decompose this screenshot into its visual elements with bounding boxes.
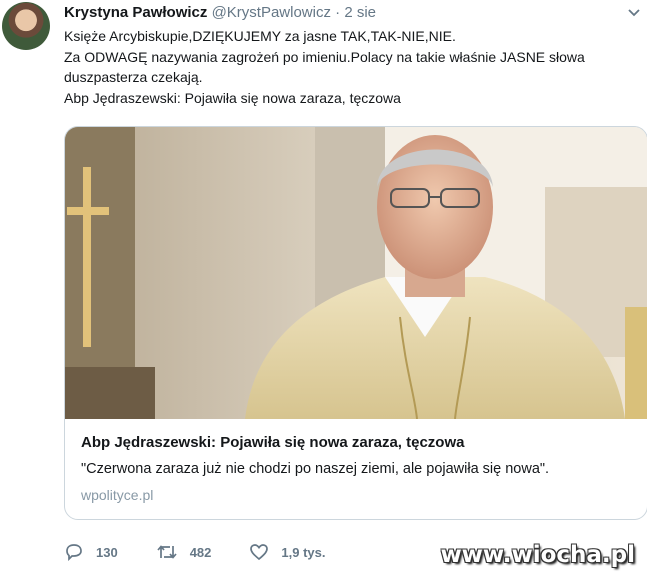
card-body: Abp Jędraszewski: Pojawiła się nowa zara…: [81, 433, 635, 503]
reply-count: 130: [96, 544, 118, 560]
tweet-text: Księże Arcybiskupie,DZIĘKUJEMY za jasne …: [64, 26, 642, 108]
tweet-line: Abp Jędraszewski: Pojawiła się nowa zara…: [64, 89, 401, 106]
heart-icon: [250, 544, 269, 561]
author-name[interactable]: Krystyna Pawłowicz: [64, 4, 207, 21]
tweet-header: Krystyna Pawłowicz @KrystPawlowicz · 2 s…: [64, 4, 637, 24]
retweet-count: 482: [189, 544, 212, 560]
card-description: "Czerwona zaraza już nie chodzi po nasze…: [81, 461, 550, 477]
reply-button[interactable]: 130: [64, 543, 118, 561]
chevron-down-icon[interactable]: [627, 6, 641, 20]
retweet-button[interactable]: 482: [156, 543, 212, 561]
reply-icon: [66, 544, 82, 561]
retweet-icon: [157, 545, 177, 559]
article-photo: [65, 127, 647, 419]
avatar[interactable]: [2, 2, 50, 50]
like-button[interactable]: 1,9 tys.: [249, 543, 326, 561]
watermark: www.wiocha.pl: [440, 542, 635, 568]
link-card[interactable]: Abp Jędraszewski: Pojawiła się nowa zara…: [64, 126, 647, 520]
like-count: 1,9 tys.: [281, 544, 326, 560]
card-domain[interactable]: wpolityce.pl: [81, 487, 635, 503]
separator: ·: [335, 4, 341, 21]
action-bar: 130 482 1,9 tys.: [64, 540, 364, 564]
tweet-time[interactable]: 2 sie: [344, 4, 376, 21]
tweet-line: Księże Arcybiskupie,DZIĘKUJEMY za jasne …: [64, 28, 456, 44]
author-handle[interactable]: @KrystPawlowicz: [212, 4, 331, 21]
tweet-line: Za ODWAGĘ nazywania zagrożeń po imieniu.…: [64, 48, 585, 86]
card-title[interactable]: Abp Jędraszewski: Pojawiła się nowa zara…: [81, 433, 635, 453]
